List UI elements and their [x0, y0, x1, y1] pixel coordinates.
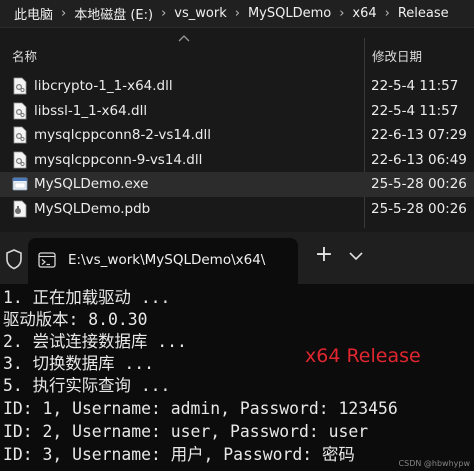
- overlay-annotation-label: x64 Release: [305, 345, 421, 367]
- column-header-date-modified[interactable]: 修改日期: [372, 46, 422, 65]
- column-header-name[interactable]: 名称: [12, 46, 37, 65]
- chevron-right-icon[interactable]: ›: [57, 6, 70, 21]
- breadcrumb-item-vs-work[interactable]: vs_work: [170, 6, 230, 21]
- chevron-right-icon[interactable]: ›: [381, 6, 394, 21]
- chevron-right-icon[interactable]: ›: [335, 6, 348, 21]
- terminal-line: ID: 3, Username: 用户, Password: 密码: [3, 445, 355, 464]
- file-row[interactable]: mysqlcppconn-9-vs14.dll 22-6-13 06:49: [0, 148, 474, 173]
- file-row[interactable]: mysqlcppconn8-2-vs14.dll 22-6-13 07:29: [0, 123, 474, 148]
- breadcrumb-item-mysqldemo[interactable]: MySQLDemo: [244, 6, 335, 21]
- terminal-line: ID: 2, Username: user, Password: user: [3, 422, 369, 441]
- file-name: libcrypto-1_1-x64.dll: [34, 78, 173, 94]
- new-tab-button[interactable]: +: [312, 244, 336, 268]
- file-name: mysqlcppconn8-2-vs14.dll: [34, 127, 211, 143]
- breadcrumb-item-x64[interactable]: x64: [348, 6, 380, 21]
- terminal-output[interactable]: 1. 正在加载驱动 ... 驱动版本: 8.0.30 2. 尝试连接数据库 ..…: [0, 284, 474, 471]
- breadcrumb: 此电脑 › 本地磁盘 (E:) › vs_work › MySQLDemo › …: [0, 0, 474, 28]
- chevron-right-icon[interactable]: ›: [157, 6, 170, 21]
- terminal-line: 5. 执行实际查询 ...: [3, 376, 171, 395]
- file-row[interactable]: MySQLDemo.pdb 25-5-28 00:26: [0, 197, 474, 222]
- terminal-line: ID: 1, Username: admin, Password: 123456: [3, 399, 398, 418]
- file-date: 22-5-4 11:57: [371, 102, 459, 119]
- exe-file-icon: [12, 177, 28, 191]
- terminal-tab-bar: E:\vs_work\MySQLDemo\x64\ +: [0, 232, 474, 284]
- terminal-tab[interactable]: E:\vs_work\MySQLDemo\x64\: [28, 238, 298, 284]
- dll-file-icon: [13, 151, 27, 168]
- chevron-right-icon[interactable]: ›: [231, 6, 244, 21]
- pdb-file-icon: [13, 200, 27, 217]
- column-header-row: 名称 修改日期: [0, 40, 474, 66]
- terminal-tab-title: E:\vs_work\MySQLDemo\x64\: [68, 252, 266, 268]
- terminal-line: 1. 正在加载驱动 ...: [3, 288, 171, 307]
- file-row-selected[interactable]: MySQLDemo.exe 25-5-28 00:26: [0, 172, 474, 197]
- file-name: MySQLDemo.exe: [34, 176, 149, 192]
- file-list: libcrypto-1_1-x64.dll 22-5-4 11:57 libss…: [0, 74, 474, 221]
- file-explorer: 此电脑 › 本地磁盘 (E:) › vs_work › MySQLDemo › …: [0, 0, 474, 232]
- dll-file-icon: [13, 126, 27, 144]
- file-name: MySQLDemo.pdb: [34, 200, 151, 217]
- shield-icon[interactable]: [4, 248, 24, 270]
- breadcrumb-item-release[interactable]: Release: [394, 6, 453, 21]
- dll-file-icon: [13, 77, 27, 95]
- terminal-line: 3. 切换数据库 ...: [3, 354, 155, 373]
- file-date: 25-5-28 00:26: [371, 200, 467, 217]
- chevron-down-icon[interactable]: [348, 250, 364, 262]
- terminal-line: 2. 尝试连接数据库 ...: [3, 332, 187, 351]
- watermark: CSDN @hbwhypw: [398, 459, 470, 468]
- file-date: 22-6-13 06:49: [371, 151, 467, 168]
- terminal-line: 驱动版本: 8.0.30: [3, 310, 148, 329]
- file-row[interactable]: libssl-1_1-x64.dll 22-5-4 11:57: [0, 99, 474, 124]
- file-date: 22-5-4 11:57: [371, 78, 459, 94]
- breadcrumb-item-local-disk[interactable]: 本地磁盘 (E:): [70, 4, 157, 23]
- terminal-window-icon: [38, 252, 56, 268]
- dll-file-icon: [13, 102, 27, 119]
- file-name: mysqlcppconn-9-vs14.dll: [34, 151, 203, 168]
- file-date: 25-5-28 00:26: [371, 176, 467, 192]
- file-name: libssl-1_1-x64.dll: [34, 102, 148, 119]
- file-date: 22-6-13 07:29: [371, 127, 467, 143]
- breadcrumb-item-this-pc[interactable]: 此电脑: [0, 4, 57, 23]
- file-row[interactable]: libcrypto-1_1-x64.dll 22-5-4 11:57: [0, 74, 474, 99]
